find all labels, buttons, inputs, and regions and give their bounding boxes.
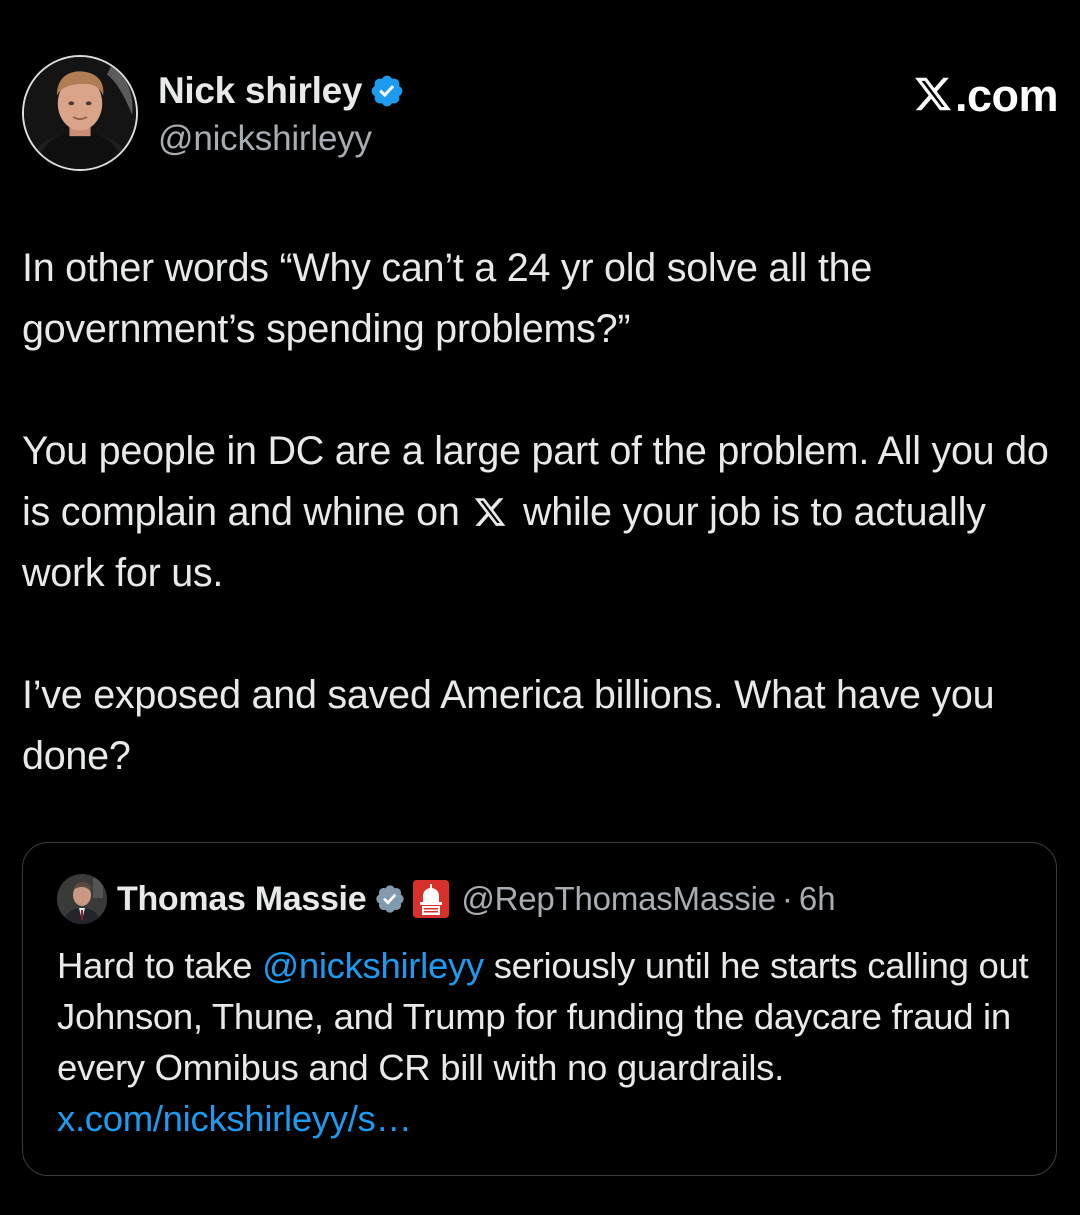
quoted-tweet-text: Hard to take @nickshirleyy seriously unt… [57,940,1032,1144]
tweet-paragraph: You people in DC are a large part of the… [22,421,1058,604]
tweet-text: In other words “Why can’t a 24 yr old so… [22,238,1058,848]
verified-badge-icon [374,883,406,915]
quoted-tweet-timestamp[interactable]: 6h [799,880,836,918]
verified-badge-icon [369,73,405,109]
author-handle[interactable]: @nickshirleyy [158,119,405,159]
author-name-row: Nick shirley [158,69,405,113]
quoted-author-handle[interactable]: @RepThomasMassie [461,880,776,918]
quoted-author-avatar[interactable] [57,874,107,924]
quote-text-segment: Hard to take [57,945,253,986]
author-avatar[interactable] [22,55,138,171]
avatar-photo [24,57,136,169]
x-com-text: .com [954,70,1059,121]
x-com-watermark: .com [913,70,1059,121]
x-logo-icon [913,74,953,119]
author-info: Nick shirley @nickshirleyy [158,69,405,159]
tweet-paragraph: I’ve exposed and saved America billions.… [22,673,995,778]
meta-separator: · [781,880,793,917]
x-logo-icon [472,486,510,526]
quoted-tweet[interactable]: Thomas Massie @RepThomasMassie · 6h Hard… [22,842,1057,1176]
tweet-paragraph: In other words “Why can’t a 24 yr old so… [22,246,873,351]
house-gop-icon[interactable] [413,880,450,918]
tweet-header: Nick shirley @nickshirleyy .com [22,55,1059,175]
avatar-photo [57,874,107,924]
quoted-author-display-name[interactable]: Thomas Massie [117,880,367,919]
author-display-name[interactable]: Nick shirley [158,70,362,112]
quoted-tweet-link[interactable]: x.com/nickshirleyy/s… [57,1098,412,1139]
mention-link[interactable]: @nickshirleyy [262,945,484,986]
quoted-tweet-header: Thomas Massie @RepThomasMassie · 6h [57,873,836,925]
